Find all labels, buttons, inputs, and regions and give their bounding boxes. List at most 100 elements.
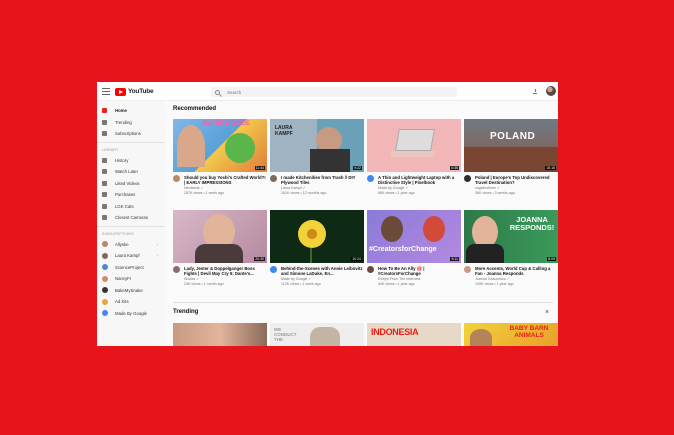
subscription-item[interactable]: Allyske › [97, 239, 165, 251]
duration-badge: 0:35 [450, 166, 459, 170]
channel-avatar[interactable] [173, 175, 180, 182]
video-title[interactable]: I made Kitchenities from Trash // DIY Pl… [281, 175, 364, 185]
duration-badge: 20:30 [254, 257, 265, 261]
flame-icon [102, 119, 107, 125]
clock-icon [102, 169, 107, 175]
trending-thumbnail[interactable] [173, 323, 267, 346]
youtube-logo[interactable]: YouTube [115, 87, 154, 96]
sidebar: Home Trending Subscriptions LIBRARY Hist… [97, 101, 165, 346]
video-thumbnail[interactable]: 0:35 [367, 119, 461, 172]
video-card[interactable]: 20:30 Lady, Jester & Doppelganger Boss F… [173, 210, 267, 286]
video-thumbnail[interactable]: BUYER'S GUIDE 11:44 [173, 119, 267, 172]
playlist-icon [102, 203, 107, 209]
search-input[interactable] [227, 89, 427, 95]
video-stats: 86K views • 1 year ago [378, 190, 415, 195]
logo-text: YouTube [128, 88, 154, 95]
video-title[interactable]: Should you buy Yoshi's Crafted World?! |… [184, 175, 267, 185]
video-stats: 36K views • 3 weeks ago [475, 190, 515, 195]
sidebar-item-subscriptions[interactable]: Subscriptions [97, 128, 165, 140]
channel-avatar [102, 252, 108, 259]
subscription-item[interactable]: NancyFI [97, 273, 165, 285]
subscription-item[interactable]: Ad Kits [97, 296, 165, 308]
trending-thumbnail[interactable]: BABY BARN ANIMALS [464, 323, 558, 346]
library-heading: LIBRARY [102, 147, 119, 152]
account-avatar[interactable] [546, 86, 556, 96]
video-stats: 44K views • 1 year ago [378, 281, 415, 286]
sidebar-item-watch-later[interactable]: Watch Later [97, 166, 165, 178]
video-card[interactable]: 0:35 A Thin and Lightweight Laptop with … [367, 119, 461, 195]
home-icon [102, 108, 107, 114]
video-stats: 24K views • 1 month ago [184, 281, 224, 286]
thumbnail-caption: BUYER'S GUIDE [203, 121, 251, 127]
sidebar-item-trending[interactable]: Trending [97, 117, 165, 129]
thumbnail-caption: #CreatorsforChange [369, 246, 437, 253]
upload-icon[interactable] [533, 89, 537, 94]
channel-avatar [102, 264, 108, 271]
video-title[interactable]: Lady, Jester & Doppelganger Boss Fights … [184, 266, 267, 276]
video-stats: 161K views • 12 months ago [281, 190, 327, 195]
video-card[interactable]: #CreatorsforChange 5:11 How To Be An All… [367, 210, 461, 286]
subscription-item[interactable]: Made By Google [97, 308, 165, 320]
trending-thumbnail[interactable]: WE CONDUCT THE [270, 323, 364, 346]
recommended-title: Recommended [173, 106, 217, 112]
trending-thumbnail[interactable]: INDONESIA [367, 323, 461, 346]
channel-avatar [102, 241, 108, 248]
sidebar-item-purchases[interactable]: Purchases [97, 189, 165, 201]
video-thumbnail[interactable]: 20:30 [173, 210, 267, 263]
channel-avatar[interactable] [173, 266, 180, 273]
video-stats: 287K views • 1 week ago [184, 190, 225, 195]
search-bar[interactable] [211, 87, 457, 97]
sidebar-item-liked-videos[interactable]: Liked Videos [97, 178, 165, 190]
top-bar: YouTube [97, 82, 558, 101]
tag-icon [102, 192, 107, 198]
video-title[interactable]: A Thin and Lightweight Laptop with a Dis… [378, 175, 461, 185]
video-card[interactable]: JOANNA RESPONDS! 8:09 More Accents, Worl… [464, 210, 558, 286]
video-title[interactable]: Poland | Europe's Top Undiscovered Trave… [475, 175, 558, 185]
search-icon[interactable] [215, 89, 220, 95]
sidebar-item-history[interactable]: History [97, 155, 165, 167]
main-content: Recommended BUYER'S GUIDE 11:44 Should y… [165, 101, 558, 346]
video-thumbnail[interactable]: JOANNA RESPONDS! 8:09 [464, 210, 558, 263]
channel-avatar[interactable] [464, 266, 471, 273]
video-card[interactable]: LAURA KAMPF 9:22 I made Kitchenities fro… [270, 119, 364, 195]
video-stats: 149K views • 1 year ago [475, 281, 514, 286]
channel-avatar[interactable] [464, 175, 471, 182]
video-card[interactable]: 10:24 Behind-the-Scenes with Annie Leibo… [270, 210, 364, 286]
subscription-item[interactable]: ScienceProject [97, 262, 165, 274]
video-thumbnail[interactable]: POLAND 15:16 [464, 119, 558, 172]
live-indicator-icon: › [156, 241, 158, 247]
subscription-item[interactable]: Laura Kampf › [97, 250, 165, 262]
sidebar-divider [97, 141, 165, 143]
thumbnail-caption: LAURA KAMPF [275, 125, 293, 137]
menu-icon[interactable] [102, 88, 110, 95]
channel-avatar[interactable] [270, 266, 277, 273]
sidebar-item-playlist-2[interactable]: Closest Cameras [97, 212, 165, 224]
subscription-item[interactable]: BakeMySnake [97, 285, 165, 297]
channel-avatar[interactable] [367, 175, 374, 182]
duration-badge: 15:16 [545, 166, 556, 170]
video-thumbnail[interactable]: #CreatorsforChange 5:11 [367, 210, 461, 263]
sidebar-item-home[interactable]: Home [97, 105, 165, 117]
sidebar-item-playlist-1[interactable]: LGK Cats [97, 201, 165, 213]
sidebar-divider [97, 225, 165, 227]
video-card[interactable]: POLAND 15:16 Poland | Europe's Top Undis… [464, 119, 558, 195]
thumbnail-caption: BABY BARN ANIMALS [509, 325, 549, 339]
video-thumbnail[interactable]: 10:24 [270, 210, 364, 263]
duration-badge: 10:24 [351, 257, 362, 261]
video-card[interactable]: BUYER'S GUIDE 11:44 Should you buy Yoshi… [173, 119, 267, 195]
channel-avatar [102, 298, 108, 305]
channel-avatar[interactable] [270, 175, 277, 182]
close-icon[interactable]: × [545, 309, 549, 316]
live-indicator-icon: › [156, 253, 158, 259]
thumbnail-caption: POLAND [490, 131, 536, 142]
video-stats: 112K views • 1 week ago [281, 281, 321, 286]
trending-title: Trending [173, 309, 199, 315]
video-thumbnail[interactable]: LAURA KAMPF 9:22 [270, 119, 364, 172]
video-title[interactable]: How To Be An Ally 🎯 | #CreatorsForChange [378, 266, 461, 276]
playlist-icon [102, 215, 107, 221]
channel-avatar [102, 287, 108, 294]
video-title[interactable]: Behind-the-Scenes with Annie Leibovitz a… [281, 266, 364, 276]
channel-avatar[interactable] [367, 266, 374, 273]
video-title[interactable]: More Accents, World Cup & Calling a Fan … [475, 266, 558, 276]
duration-badge: 8:09 [547, 257, 556, 261]
